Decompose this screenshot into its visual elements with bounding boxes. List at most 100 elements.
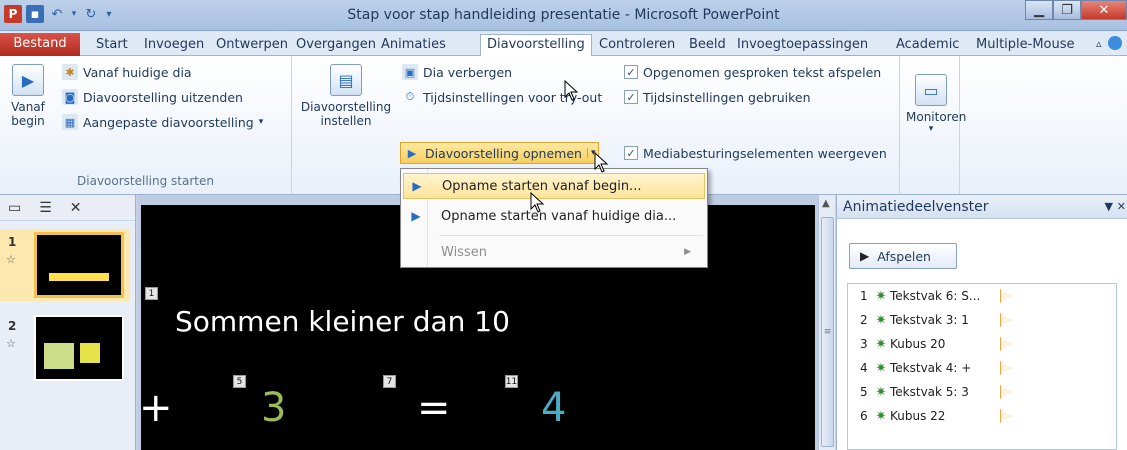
list-item[interactable]: 2 ✷ Tekstvak 3: 1 <box>848 308 1116 332</box>
mouse-cursor-icon <box>594 152 609 173</box>
diavoorstelling-opnemen-button[interactable]: ▶ Diavoorstelling opnemen ▾ <box>400 142 600 164</box>
tab-animaties[interactable]: Animaties <box>375 35 452 56</box>
checkbox-checked-icon[interactable]: ✓ <box>624 90 638 104</box>
number-three[interactable]: 3 <box>261 385 286 431</box>
submenu-arrow-icon: ▶ <box>684 247 691 257</box>
tab-bestand[interactable]: Bestand <box>0 33 80 56</box>
tab-start[interactable]: Start <box>90 35 134 56</box>
chevron-down-icon: ▾ <box>928 124 934 134</box>
menu-item-opname-vanaf-huidige[interactable]: ▶ Opname starten vanaf huidige dia... <box>403 203 705 229</box>
hide-slide-icon: ▣ <box>402 64 418 80</box>
timeline-bar-icon <box>1000 313 1012 327</box>
group-label: Diavoorstelling starten <box>77 174 214 188</box>
entrance-effect-icon: ✷ <box>875 312 887 328</box>
timeline-bar-icon <box>1000 289 1012 303</box>
number-four[interactable]: 4 <box>541 385 566 431</box>
vertical-scrollbar[interactable]: ▲ ≡ <box>818 195 835 450</box>
close-icon[interactable]: ✕ <box>1117 200 1126 213</box>
animation-tag: 5 <box>233 375 246 388</box>
opnemen-dropdown-menu: ▶ Opname starten vanaf begin... ▶ Opname… <box>400 168 708 268</box>
play-icon: ▶ <box>860 249 870 263</box>
mediabesturing-checkbox[interactable]: ✓ Mediabesturingselementen weergeven <box>624 142 887 164</box>
diavoorstelling-instellen-button[interactable]: ▤ Diavoorstelling instellen <box>298 64 394 128</box>
collapse-ribbon-icon[interactable]: ▵ <box>1090 35 1108 56</box>
minimize-button[interactable]: ▁ <box>1025 0 1053 20</box>
animation-list: 1 ✷ Tekstvak 6: S... 2 ✷ Tekstvak 3: 1 3 ✷ Kub… <box>847 283 1117 450</box>
title-bar: P ▪ ↶ ▾ ↻ ▾ Stap voor stap handleiding p… <box>0 0 1127 31</box>
group-diavoorstelling-starten: ▶ Vanaf begin ✱ Vanaf huidige dia ◙ Diav… <box>0 56 292 194</box>
vanaf-huidige-dia-button[interactable]: ✱ Vanaf huidige dia <box>62 61 192 83</box>
list-item[interactable]: 1 ✷ Tekstvak 6: S... <box>848 284 1116 308</box>
timeline-bar-icon <box>1000 337 1012 351</box>
plus-sign[interactable]: + <box>139 385 173 431</box>
animation-tag: 7 <box>383 375 396 388</box>
scroll-thumb[interactable]: ≡ <box>821 217 834 447</box>
tab-overgangen[interactable]: Overgangen <box>290 35 382 56</box>
list-item[interactable]: 4 ✷ Tekstvak 4: + <box>848 356 1116 380</box>
slide-number: 2 <box>8 319 17 333</box>
tab-controleren[interactable]: Controleren <box>593 35 681 56</box>
tab-diavoorstelling[interactable]: Diavoorstelling <box>480 34 592 56</box>
slides-tab-icon[interactable]: ▭ <box>8 200 21 216</box>
scroll-up-icon[interactable]: ▲ <box>822 198 830 209</box>
menu-item-opname-vanaf-begin[interactable]: ▶ Opname starten vanaf begin... <box>403 173 705 199</box>
menu-item-wissen[interactable]: Wissen ▶ <box>403 239 705 265</box>
window-title: Stap voor stap handleiding presentatie -… <box>347 7 780 23</box>
maximize-button[interactable]: ❐ <box>1053 0 1081 20</box>
opgenomen-tekst-checkbox[interactable]: ✓ Opgenomen gesproken tekst afspelen <box>624 61 881 83</box>
entrance-effect-icon: ✷ <box>875 384 887 400</box>
timeline-bar-icon <box>1000 409 1012 423</box>
animation-pane: Animatiedeelvenster ▼ ✕ ▶ Afspelen 1 ✷ Tek… <box>836 195 1127 450</box>
uitzenden-button[interactable]: ◙ Diavoorstelling uitzenden <box>62 86 243 108</box>
close-button[interactable]: ✕ <box>1081 0 1127 20</box>
outline-tab-icon[interactable]: ☰ <box>39 200 52 216</box>
pane-options-icon[interactable]: ▼ <box>1105 200 1113 213</box>
slide-number: 1 <box>8 235 17 249</box>
entrance-effect-icon: ✷ <box>875 360 887 376</box>
equals-sign[interactable]: = <box>417 385 451 431</box>
entrance-effect-icon: ✷ <box>875 408 887 424</box>
tab-beeld[interactable]: Beeld <box>683 35 732 56</box>
slideshow-start-icon: ▶ <box>12 64 44 96</box>
timeline-bar-icon <box>1000 385 1012 399</box>
chevron-down-icon: ▾ <box>258 117 264 127</box>
tab-academic[interactable]: Academic <box>890 35 965 56</box>
animation-tag: 1 <box>145 287 158 300</box>
record-icon: ▶ <box>407 146 417 160</box>
tab-multiple-mouse[interactable]: Multiple-Mouse <box>970 35 1081 56</box>
checkbox-checked-icon[interactable]: ✓ <box>624 146 638 160</box>
tab-ontwerpen[interactable]: Ontwerpen <box>210 35 294 56</box>
group-monitoren: ▭ Monitoren ▾ <box>900 56 966 194</box>
slide-thumbnail-1[interactable] <box>34 232 124 298</box>
dia-verbergen-button[interactable]: ▣ Dia verbergen <box>402 61 512 83</box>
list-item[interactable]: 5 ✷ Tekstvak 5: 3 <box>848 380 1116 404</box>
tab-invoegtoepassingen[interactable]: Invoegtoepassingen <box>731 35 874 56</box>
monitoren-button[interactable]: ▭ Monitoren ▾ <box>906 74 966 134</box>
slides-pane-tabs: ▭ ☰ ✕ <box>0 195 135 221</box>
list-item[interactable]: 3 ✷ Kubus 20 <box>848 332 1116 356</box>
ribbon-tabs: Bestand Start Invoegen Ontwerpen Overgan… <box>0 31 1127 56</box>
slide-title[interactable]: Sommen kleiner dan 10 <box>175 305 510 338</box>
entrance-effect-icon: ✷ <box>875 336 887 352</box>
slide-thumbnail-2[interactable] <box>34 315 124 381</box>
mouse-cursor-icon <box>564 80 579 101</box>
vanaf-begin-button[interactable]: ▶ Vanaf begin <box>6 64 50 128</box>
record-icon: ▶ <box>411 209 421 223</box>
close-pane-icon[interactable]: ✕ <box>70 200 82 216</box>
aangepaste-diavoorstelling-button[interactable]: ▦ Aangepaste diavoorstelling ▾ <box>62 111 263 133</box>
animation-pane-header: Animatiedeelvenster ▼ ✕ <box>837 195 1127 219</box>
timeline-bar-icon <box>1000 361 1012 375</box>
animation-star-icon: ☆ <box>6 253 16 266</box>
afspelen-button[interactable]: ▶ Afspelen <box>849 243 957 269</box>
checkbox-checked-icon[interactable]: ✓ <box>624 65 638 79</box>
rehearse-timings-icon: ⏱ <box>405 90 415 103</box>
help-icon[interactable] <box>1108 36 1122 50</box>
custom-show-icon: ▦ <box>62 114 78 130</box>
list-item[interactable]: 6 ✷ Kubus 22 <box>848 404 1116 428</box>
tijdsinstellingen-gebruiken-checkbox[interactable]: ✓ Tijdsinstellingen gebruiken <box>624 86 811 108</box>
animation-tag: 11 <box>505 375 518 388</box>
thumbnail-content <box>80 343 100 363</box>
setup-show-icon: ▤ <box>330 64 362 96</box>
tab-invoegen[interactable]: Invoegen <box>138 35 210 56</box>
broadcast-icon: ◙ <box>62 89 78 105</box>
